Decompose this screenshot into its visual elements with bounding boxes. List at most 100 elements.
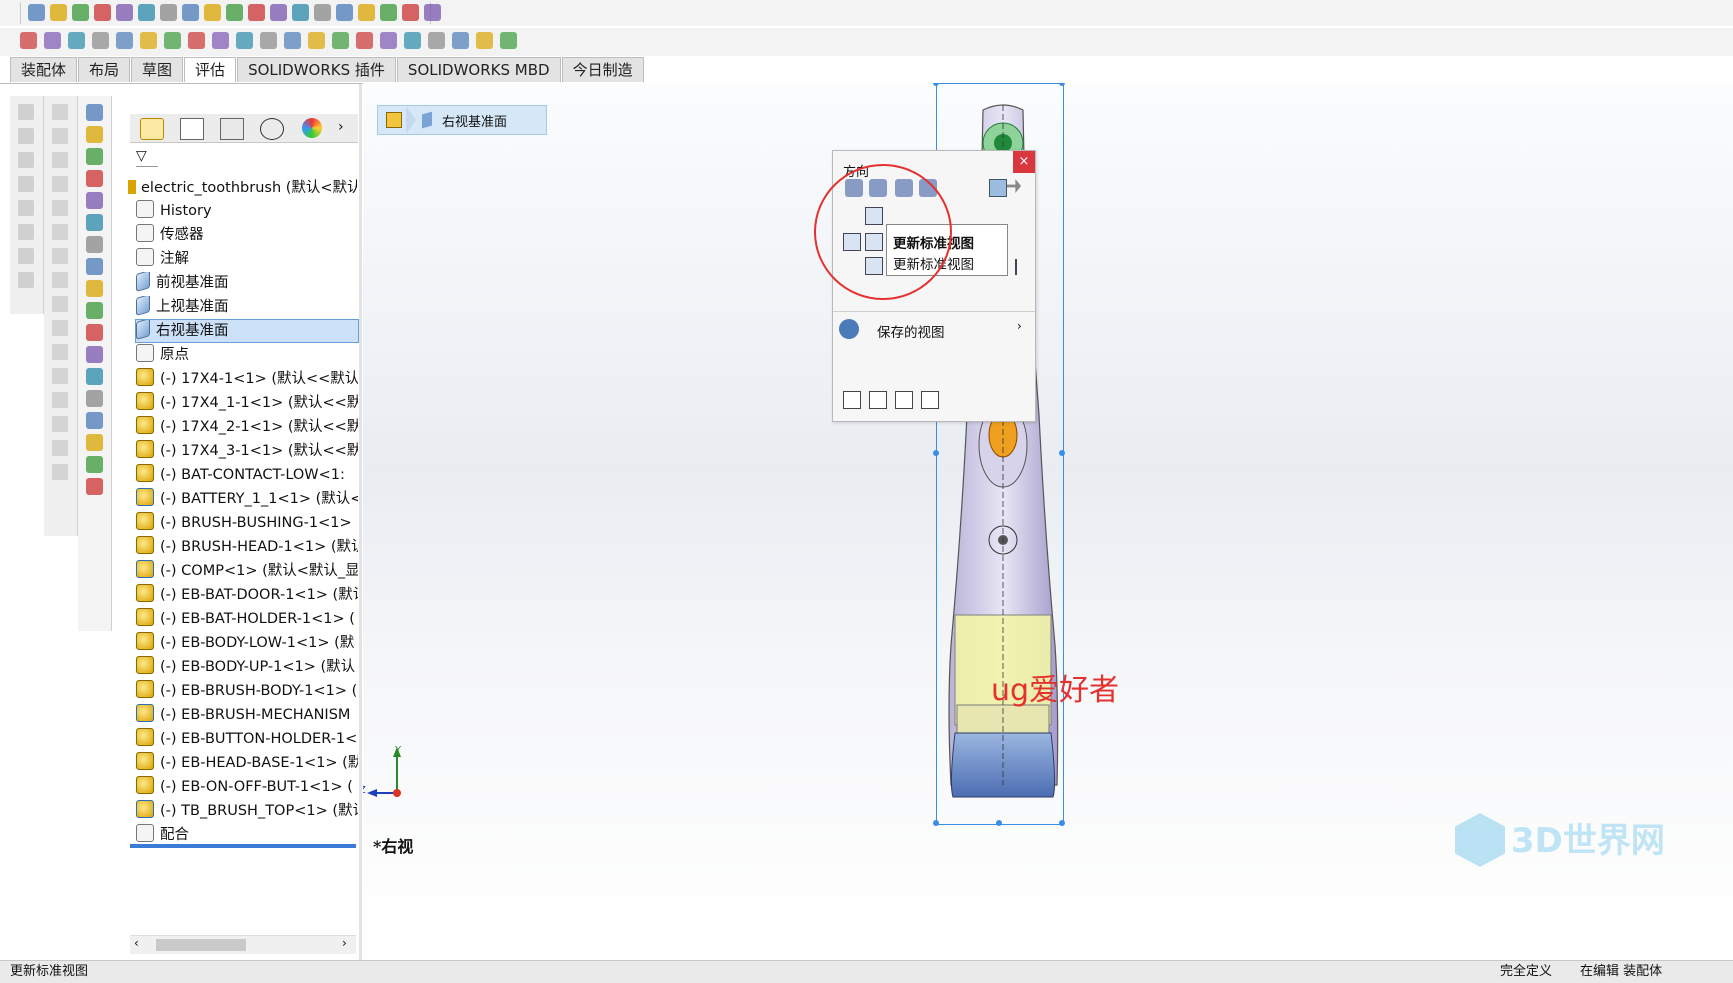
tab-solidworks-addins[interactable]: SOLIDWORKS 插件: [237, 57, 396, 82]
sketch-tool-icon[interactable]: [18, 200, 34, 216]
scroll-right-arrow[interactable]: ›: [342, 936, 347, 950]
tab-solidworks-mbd[interactable]: SOLIDWORKS MBD: [396, 57, 561, 82]
sketch-tool-icon[interactable]: [18, 104, 34, 120]
viewport-layout-icon[interactable]: [843, 391, 861, 409]
viewport-layout-icon[interactable]: [869, 391, 887, 409]
tree-item[interactable]: (-) EB-ON-OFF-BUT-1<1> (: [136, 776, 358, 798]
close-icon[interactable]: ×: [1013, 151, 1035, 173]
tab-layout[interactable]: 布局: [78, 57, 131, 82]
toolbar-command-icon[interactable]: [380, 32, 397, 49]
selection-handle[interactable]: [996, 820, 1002, 826]
toolbar-command-icon[interactable]: [138, 4, 155, 21]
scroll-thumb[interactable]: [156, 939, 246, 951]
assembly-tool-icon[interactable]: [86, 126, 103, 143]
assembly-tool-icon[interactable]: [86, 346, 103, 363]
annotation-tool-icon[interactable]: [52, 224, 68, 240]
toolbar-command-icon[interactable]: [44, 32, 61, 49]
toolbar-command-icon[interactable]: [236, 32, 253, 49]
selection-handle[interactable]: [1059, 820, 1065, 826]
selection-handle[interactable]: [933, 450, 939, 456]
annotation-tool-icon[interactable]: [52, 344, 68, 360]
dimxpert-tab[interactable]: [260, 118, 284, 140]
toolbar-command-icon[interactable]: [182, 4, 199, 21]
tree-item[interactable]: (-) COMP<1> (默认<默认_显: [136, 560, 358, 582]
sketch-tool-icon[interactable]: [18, 248, 34, 264]
assembly-tool-icon[interactable]: [86, 170, 103, 187]
tree-item[interactable]: (-) EB-HEAD-BASE-1<1> (默: [136, 752, 358, 774]
toolbar-command-icon[interactable]: [270, 4, 287, 21]
tree-item[interactable]: 注解: [136, 248, 358, 270]
annotation-tool-icon[interactable]: [52, 200, 68, 216]
annotation-tool-icon[interactable]: [52, 368, 68, 384]
tree-item[interactable]: 上视基准面: [136, 296, 358, 318]
tree-item[interactable]: (-) EB-BRUSH-MECHANISM: [136, 704, 358, 726]
toolbar-command-icon[interactable]: [68, 32, 85, 49]
toolbar-command-icon[interactable]: [226, 4, 243, 21]
toolbar-command-icon[interactable]: [380, 4, 397, 21]
tree-item[interactable]: (-) EB-BAT-DOOR-1<1> (默认: [136, 584, 358, 606]
annotation-tool-icon[interactable]: [52, 248, 68, 264]
tree-item[interactable]: (-) 17X4-1<1> (默认<<默认: [136, 368, 358, 390]
tree-item[interactable]: (-) EB-BODY-LOW-1<1> (默: [136, 632, 358, 654]
assembly-tool-icon[interactable]: [86, 456, 103, 473]
viewport-layout-icon[interactable]: [921, 391, 939, 409]
selection-handle[interactable]: [1059, 450, 1065, 456]
toolbar-command-icon[interactable]: [424, 4, 441, 21]
toolbar-command-icon[interactable]: [160, 4, 177, 21]
toolbar-command-icon[interactable]: [212, 32, 229, 49]
selection-handle[interactable]: [933, 820, 939, 826]
configuration-manager-tab[interactable]: [220, 118, 244, 140]
toolbar-command-icon[interactable]: [116, 4, 133, 21]
pin-icon[interactable]: [1007, 179, 1021, 193]
annotation-tool-icon[interactable]: [52, 416, 68, 432]
toolbar-command-icon[interactable]: [452, 32, 469, 49]
toolbar-command-icon[interactable]: [356, 32, 373, 49]
annotation-tool-icon[interactable]: [52, 320, 68, 336]
toolbar-command-icon[interactable]: [476, 32, 493, 49]
toolbar-command-icon[interactable]: [314, 4, 331, 21]
toolbar-command-icon[interactable]: [72, 4, 89, 21]
toolbar-command-icon[interactable]: [336, 4, 353, 21]
scroll-left-arrow[interactable]: ‹: [134, 936, 139, 950]
tree-item[interactable]: 右视基准面: [135, 319, 359, 343]
annotation-tool-icon[interactable]: [52, 176, 68, 192]
assembly-tool-icon[interactable]: [86, 258, 103, 275]
assembly-tool-icon[interactable]: [86, 104, 103, 121]
toolbar-command-icon[interactable]: [116, 32, 133, 49]
annotation-tool-icon[interactable]: [52, 464, 68, 480]
tree-item[interactable]: (-) EB-BODY-UP-1<1> (默认: [136, 656, 358, 678]
tree-item[interactable]: (-) TB_BRUSH_TOP<1> (默认: [136, 800, 358, 822]
saved-views-arrow[interactable]: ›: [1017, 319, 1022, 333]
saved-views-label[interactable]: 保存的视图: [877, 321, 945, 341]
toolbar-command-icon[interactable]: [284, 32, 301, 49]
annotation-tool-icon[interactable]: [52, 104, 68, 120]
tree-item[interactable]: (-) BAT-CONTACT-LOW<1:: [136, 464, 358, 486]
toolbar-command-icon[interactable]: [402, 4, 419, 21]
sketch-tool-icon[interactable]: [18, 272, 34, 288]
iso-view-icon[interactable]: [989, 179, 1007, 197]
sketch-tool-icon[interactable]: [18, 176, 34, 192]
assembly-tool-icon[interactable]: [86, 280, 103, 297]
tree-item[interactable]: 配合: [136, 824, 358, 846]
normal-to-icon[interactable]: [1015, 259, 1029, 275]
toolbar-command-icon[interactable]: [92, 32, 109, 49]
tree-item[interactable]: (-) 17X4_3-1<1> (默认<<默: [136, 440, 358, 462]
tree-item[interactable]: (-) BATTERY_1_1<1> (默认<: [136, 488, 358, 510]
toolbar-command-icon[interactable]: [260, 32, 277, 49]
toolbar-command-icon[interactable]: [50, 4, 67, 21]
assembly-tool-icon[interactable]: [86, 192, 103, 209]
tree-item[interactable]: History: [136, 200, 358, 222]
breadcrumb[interactable]: 右视基准面: [377, 105, 547, 135]
toolbar-command-icon[interactable]: [332, 32, 349, 49]
graphics-viewport[interactable]: 右视基准面 ug爱好者 Y *右视 3D世界网: [363, 83, 1733, 943]
display-manager-tab[interactable]: [302, 118, 322, 138]
tree-item[interactable]: 前视基准面: [136, 272, 358, 294]
toolbar-command-icon[interactable]: [204, 4, 221, 21]
tree-item[interactable]: (-) 17X4_2-1<1> (默认<<默: [136, 416, 358, 438]
toolbar-command-icon[interactable]: [292, 4, 309, 21]
toolbar-command-icon[interactable]: [500, 32, 517, 49]
filter-icon[interactable]: ▽: [136, 148, 158, 167]
sketch-tool-icon[interactable]: [18, 224, 34, 240]
tree-item[interactable]: (-) BRUSH-HEAD-1<1> (默认: [136, 536, 358, 558]
tree-item[interactable]: (-) BRUSH-BUSHING-1<1>: [136, 512, 358, 534]
